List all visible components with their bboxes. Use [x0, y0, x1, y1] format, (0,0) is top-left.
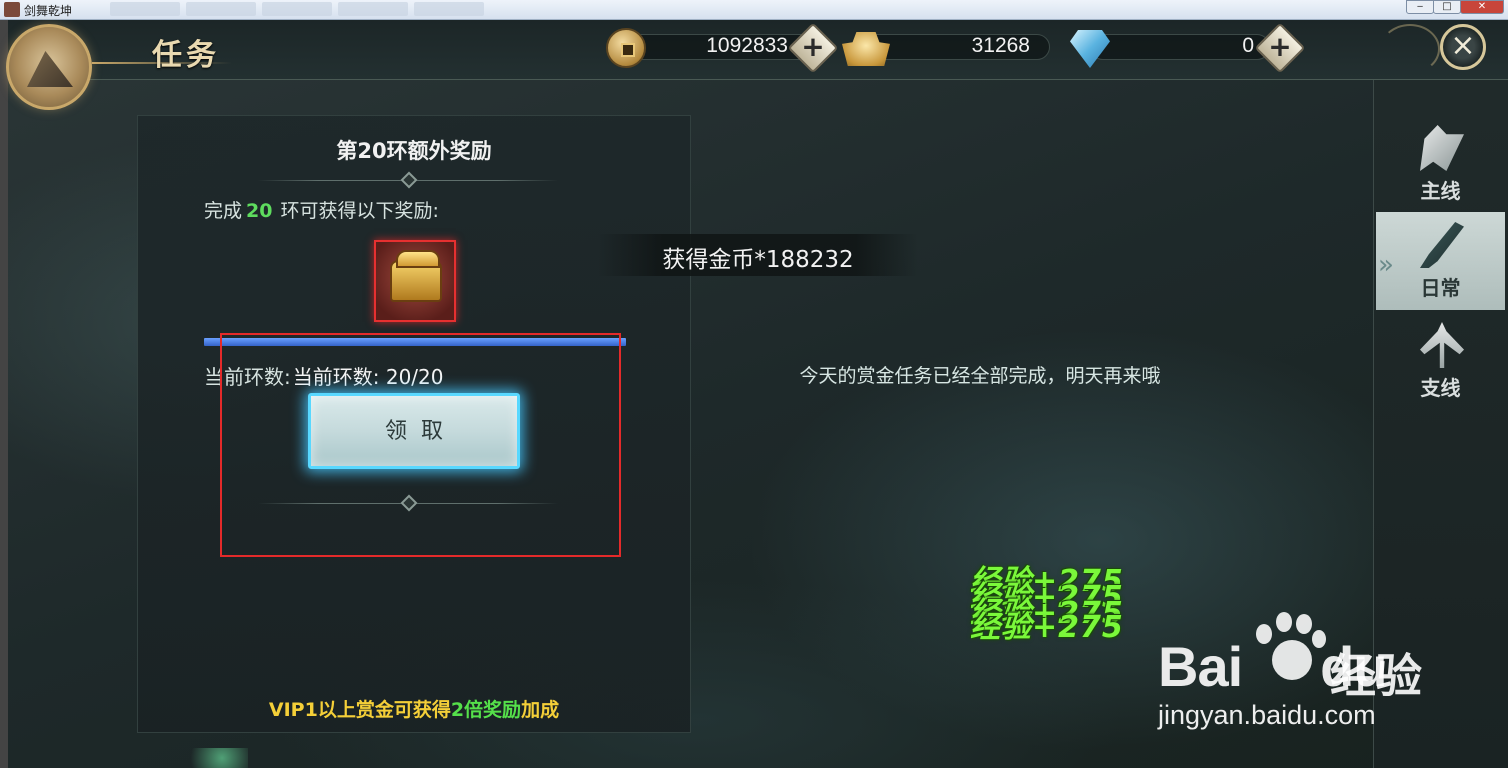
highlight-box	[220, 333, 621, 557]
watermark-url: jingyan.baidu.com	[1158, 700, 1376, 730]
ingot-balance: 31268	[971, 34, 1030, 57]
main-quest-icon	[1420, 125, 1464, 171]
reward-panel-title: 第20环额外奖励	[336, 139, 492, 163]
tab-label: 支线	[1420, 376, 1461, 400]
requirement-count: 20	[246, 200, 273, 222]
requirement-suffix: 环可获得以下奖励:	[280, 200, 439, 222]
bounty-complete-message: 今天的赏金任务已经全部完成，明天再来哦	[799, 365, 1161, 387]
tab-label: 主线	[1420, 179, 1461, 203]
vip-note-prefix: VIP1以上赏金可获得	[268, 699, 451, 721]
side-quest-icon	[1420, 322, 1464, 368]
window-toolbar	[110, 2, 580, 18]
tab-side-quest[interactable]: 支线	[1376, 312, 1505, 410]
treasure-chest-icon	[390, 250, 442, 302]
vip-bonus-note: VIP1以上赏金可获得2倍奖励加成	[137, 695, 691, 722]
toolbar-item[interactable]	[110, 2, 180, 16]
window-titlebar: 剑舞乾坤 ‒ □ ✕	[0, 0, 1508, 20]
toolbar-item[interactable]	[414, 2, 484, 16]
sparkle-effect	[118, 748, 248, 768]
toolbar-item[interactable]	[186, 2, 256, 16]
baidu-paw-icon	[1248, 610, 1328, 690]
tab-main-quest[interactable]: 主线	[1376, 115, 1505, 213]
watermark-brand-bai: Bai	[1158, 635, 1243, 698]
exp-gain-popup: 经验+275	[970, 610, 1124, 645]
daily-quest-icon	[1420, 222, 1464, 268]
minimize-button[interactable]: ‒	[1406, 0, 1434, 14]
maximize-button[interactable]: □	[1433, 0, 1461, 14]
vip-note-suffix: 加成	[521, 699, 560, 721]
coin-balance: 1092833	[706, 34, 788, 57]
tab-label: 日常	[1420, 276, 1461, 300]
plus-icon: +	[801, 30, 825, 63]
active-tab-chevron-icon: »	[1378, 250, 1394, 280]
window-title: 剑舞乾坤	[24, 4, 73, 18]
toolbar-item[interactable]	[338, 2, 408, 16]
app-icon	[4, 2, 20, 17]
close-panel-button[interactable]: ×	[1440, 24, 1486, 70]
tab-daily-quest[interactable]: 日常	[1376, 212, 1505, 310]
plus-icon: +	[1268, 30, 1292, 63]
watermark-brand-cn: 经验	[1330, 649, 1422, 703]
quest-emblem-icon	[6, 24, 92, 110]
toolbar-item[interactable]	[262, 2, 332, 16]
window-left-border	[0, 20, 8, 768]
requirement-prefix: 完成	[204, 200, 243, 222]
reward-item-slot[interactable]	[374, 240, 456, 322]
corner-ornament	[1380, 24, 1440, 74]
copper-coin-icon	[606, 28, 646, 68]
vip-multiplier: 2倍奖励	[450, 699, 522, 721]
window-close-button[interactable]: ✕	[1460, 0, 1504, 14]
page-title: 任务	[152, 38, 220, 73]
reward-toast-text: 获得金币*188232	[662, 247, 854, 273]
diamond-balance: 0	[1242, 34, 1254, 57]
reward-requirement: 完成 20 环可获得以下奖励:	[204, 196, 439, 223]
